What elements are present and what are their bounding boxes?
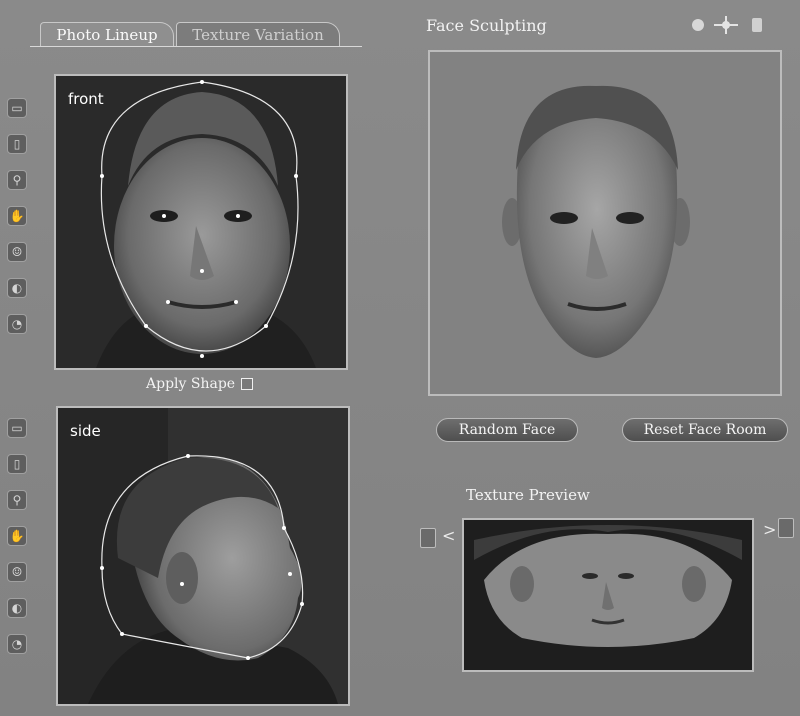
head-side-icon[interactable]: ◐ [7,278,27,298]
hand-icon[interactable]: ✋ [7,526,27,546]
page-icon[interactable]: ▭ [7,98,27,118]
cylinder-icon[interactable]: ▯ [7,134,27,154]
toolbar-side: ▭ ▯ ⚲ ✋ ☺ ◐ ◔ [6,418,30,670]
head-front-icon[interactable]: ☺ [7,562,27,582]
reset-face-room-button[interactable]: Reset Face Room [622,418,788,442]
front-label: front [68,90,104,108]
face-sculpting-title: Face Sculpting [426,16,547,35]
apply-shape-label: Apply Shape [146,376,236,392]
head-front-icon[interactable]: ☺ [7,242,27,262]
side-photo-panel[interactable]: side [56,406,350,706]
head-back-icon[interactable]: ◔ [7,634,27,654]
toolbar-front: ▭ ▯ ⚲ ✋ ☺ ◐ ◔ [6,98,30,350]
head-back-icon[interactable]: ◔ [7,314,27,334]
move-icon[interactable] [714,16,738,34]
tab-bar: Photo Lineup Texture Variation [0,0,370,50]
page-icon[interactable]: ▭ [7,418,27,438]
random-face-button[interactable]: Random Face [436,418,578,442]
texture-preview-image [462,518,754,672]
texture-preview-title: Texture Preview [466,486,590,504]
apply-shape-checkbox[interactable] [241,378,254,390]
texture-next-page-icon[interactable] [778,518,794,538]
texture-prev-arrow[interactable]: < [442,526,455,545]
tab-texture-variation[interactable]: Texture Variation [176,22,340,47]
front-photo-panel[interactable]: front [54,74,348,370]
texture-next-arrow[interactable]: > [763,520,776,539]
cylinder-icon[interactable]: ▯ [7,454,27,474]
tab-underline [30,46,362,47]
face-3d-view[interactable] [428,50,782,396]
view-controls [692,16,762,34]
magnify-icon[interactable]: ⚲ [7,170,27,190]
zoom-icon[interactable] [752,18,762,32]
apply-shape-control[interactable]: Apply Shape [146,376,254,392]
face-room-window: Photo Lineup Texture Variation Face Scul… [0,0,800,716]
front-face-photo [56,76,346,368]
magnify-icon[interactable]: ⚲ [7,490,27,510]
rotate-icon[interactable] [692,19,704,31]
side-face-photo [58,408,348,704]
hand-icon[interactable]: ✋ [7,206,27,226]
face-3d-model [502,85,690,358]
head-side-icon[interactable]: ◐ [7,598,27,618]
unwrapped-face-texture [464,520,752,670]
side-label: side [70,422,101,440]
tab-photo-lineup[interactable]: Photo Lineup [40,22,174,47]
texture-prev-page-icon[interactable] [420,528,436,548]
